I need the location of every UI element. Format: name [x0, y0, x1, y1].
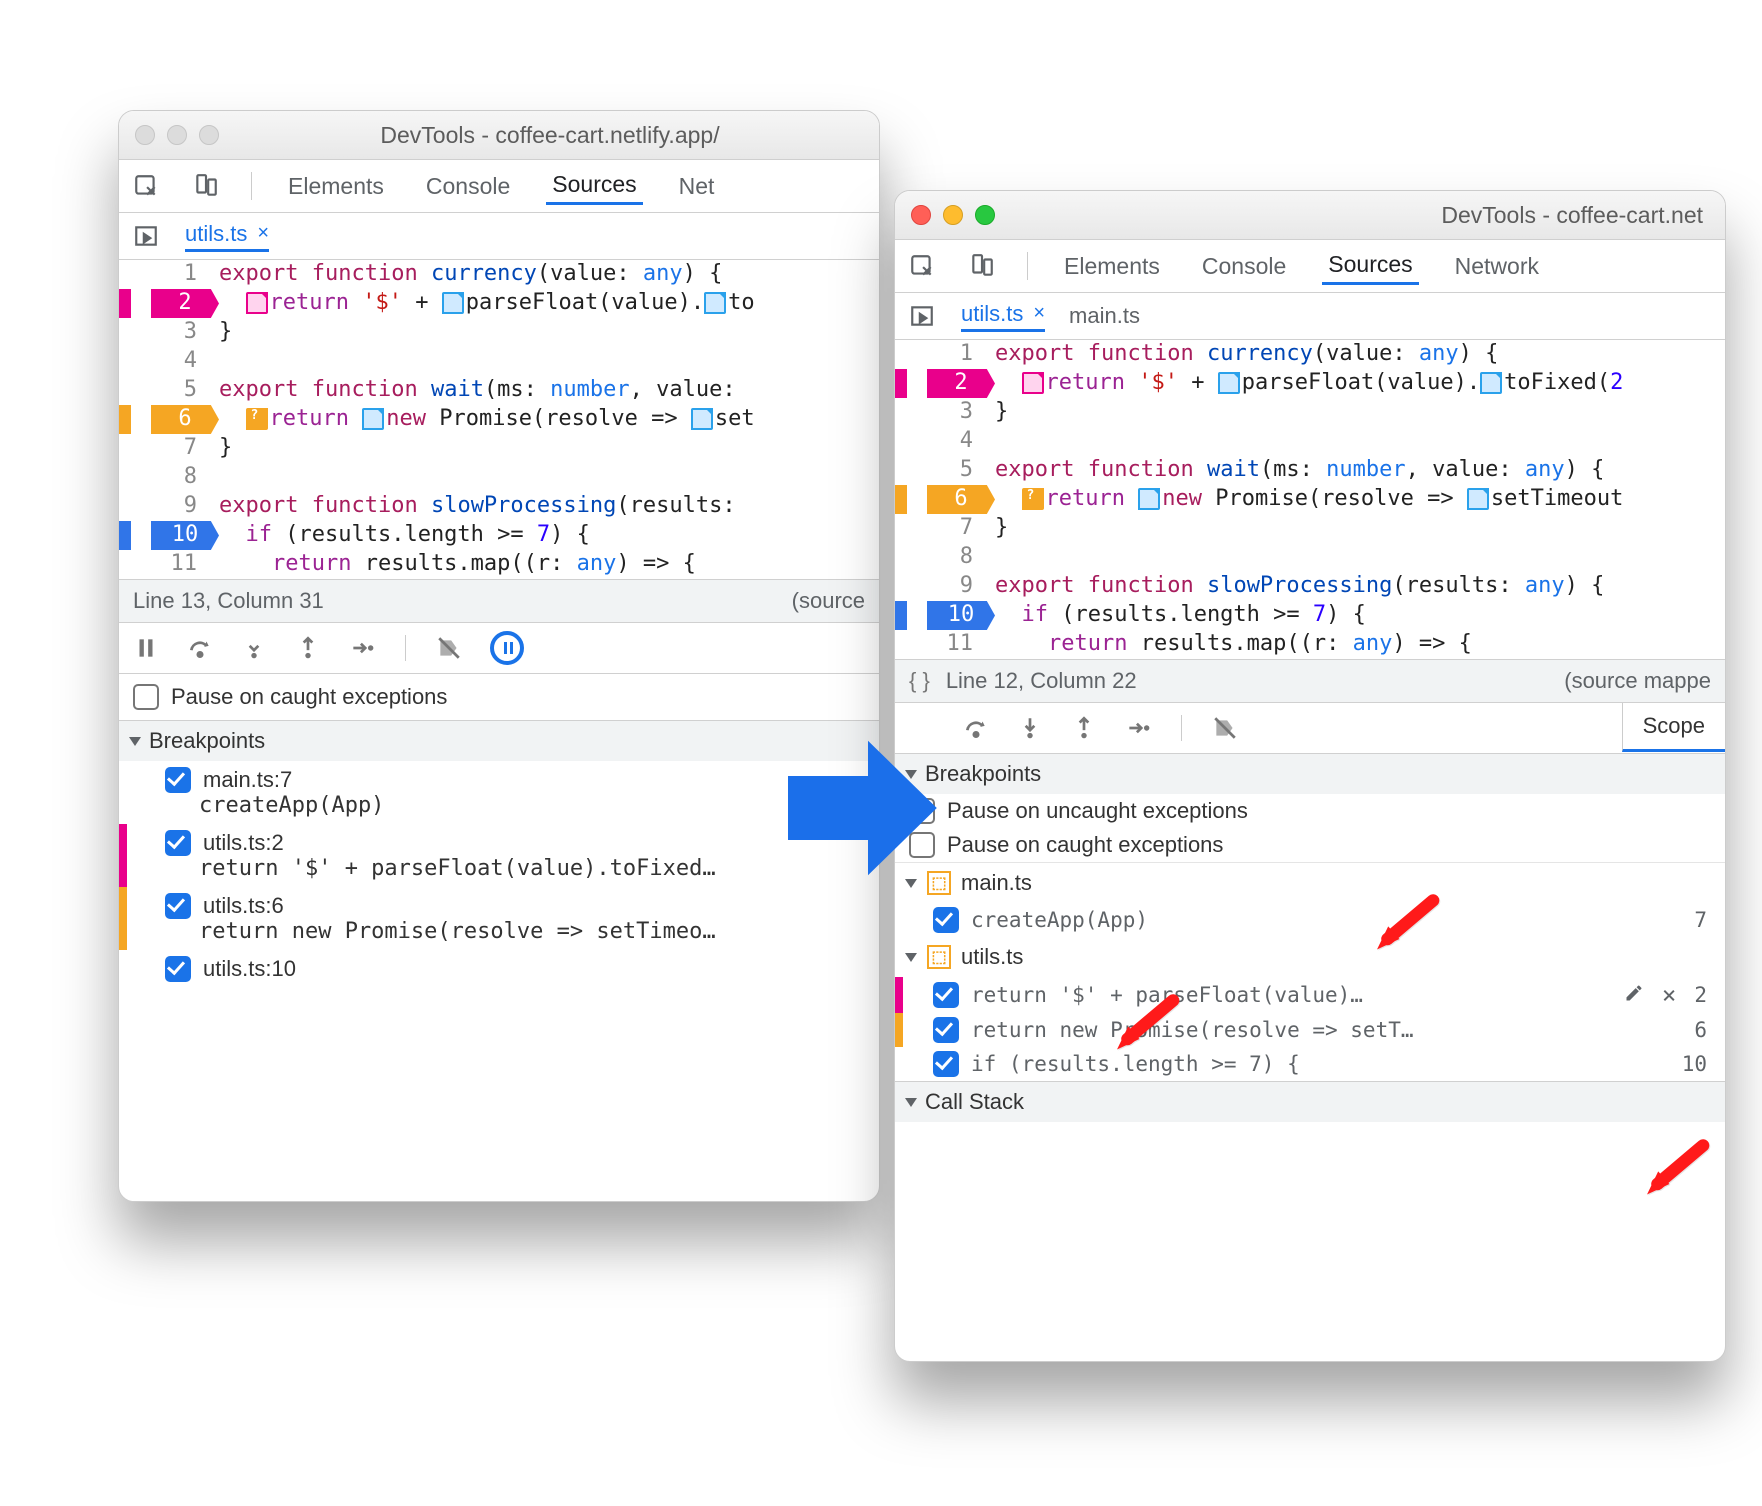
- tab-elements[interactable]: Elements: [282, 169, 390, 204]
- file-tab-utils[interactable]: utils.ts ×: [185, 221, 269, 252]
- device-icon[interactable]: [967, 251, 997, 281]
- panel-tabbar: Elements Console Sources Net: [119, 160, 879, 213]
- disclosure-triangle-icon: [129, 737, 141, 746]
- checkbox-icon[interactable]: [133, 684, 159, 710]
- window-title: DevTools - coffee-cart.netlify.app/: [237, 122, 863, 149]
- step-into-icon[interactable]: [1017, 715, 1043, 741]
- code-editor[interactable]: 1export function currency(value: any) {……: [119, 260, 879, 579]
- step-out-icon[interactable]: [295, 635, 321, 661]
- tab-console[interactable]: Console: [420, 169, 516, 204]
- file-tabbar: utils.ts × main.ts: [895, 293, 1725, 340]
- pause-on-exceptions-icon[interactable]: [490, 631, 524, 665]
- cursor-position: Line 13, Column 31: [133, 588, 324, 614]
- disclosure-triangle-icon: [905, 953, 917, 962]
- tab-network[interactable]: Net: [673, 169, 721, 204]
- transition-arrow-icon: [780, 728, 940, 888]
- traffic-min-icon[interactable]: [167, 125, 187, 145]
- checkbox-icon[interactable]: [165, 893, 191, 919]
- callstack-header[interactable]: Call Stack: [895, 1081, 1725, 1122]
- scope-tab[interactable]: Scope: [1622, 703, 1725, 752]
- traffic-max-icon[interactable]: [975, 205, 995, 225]
- breakpoint-group-header[interactable]: ⬚main.ts: [895, 863, 1725, 903]
- breakpoints-grouped-list: ⬚main.tscreateApp(App)7⬚utils.tsreturn '…: [895, 863, 1725, 1081]
- pause-on-uncaught-row[interactable]: Pause on uncaught exceptions: [895, 794, 1725, 828]
- step-icon[interactable]: [1125, 715, 1151, 741]
- file-tab-utils[interactable]: utils.ts ×: [961, 301, 1045, 332]
- breakpoint-line[interactable]: createApp(App)7: [895, 903, 1725, 937]
- inspect-icon[interactable]: [907, 251, 937, 281]
- cursor-position: Line 12, Column 22: [946, 668, 1137, 694]
- pretty-print-icon[interactable]: { }: [909, 668, 930, 694]
- tab-sources[interactable]: Sources: [1322, 247, 1418, 285]
- disclosure-triangle-icon: [905, 1098, 917, 1107]
- breakpoints-header[interactable]: Breakpoints: [119, 721, 879, 761]
- navigator-icon[interactable]: [907, 301, 937, 331]
- source-map-label: (source: [792, 588, 865, 614]
- titlebar[interactable]: DevTools - coffee-cart.net: [895, 191, 1725, 240]
- devtools-window-before: DevTools - coffee-cart.netlify.app/ Elem…: [118, 110, 880, 1202]
- tab-sources[interactable]: Sources: [546, 167, 642, 205]
- statusbar: Line 13, Column 31 (source: [119, 579, 879, 623]
- edit-icon[interactable]: [1624, 983, 1644, 1008]
- traffic-close-icon[interactable]: [135, 125, 155, 145]
- breakpoint-entry[interactable]: utils.ts:10: [119, 950, 879, 988]
- step-icon[interactable]: [349, 635, 375, 661]
- file-tab-main[interactable]: main.ts: [1069, 303, 1140, 329]
- step-into-icon[interactable]: [241, 635, 267, 661]
- breakpoint-entry[interactable]: main.ts:7createApp(App): [119, 761, 879, 824]
- annotation-arrow-icon: [1640, 1135, 1710, 1205]
- deactivate-breakpoints-icon[interactable]: [436, 635, 462, 661]
- breakpoint-line[interactable]: if (results.length >= 7) {10: [895, 1047, 1725, 1081]
- file-icon: ⬚: [927, 945, 951, 969]
- annotation-arrow-icon: [1370, 890, 1440, 960]
- traffic-close-icon[interactable]: [911, 205, 931, 225]
- debug-toolbar: [895, 703, 1725, 754]
- checkbox-icon[interactable]: [933, 1051, 959, 1077]
- traffic-max-icon[interactable]: [199, 125, 219, 145]
- deactivate-breakpoints-icon[interactable]: [1212, 715, 1238, 741]
- checkbox-icon[interactable]: [165, 767, 191, 793]
- breakpoint-entry[interactable]: utils.ts:6return new Promise(resolve => …: [119, 887, 879, 950]
- checkbox-icon[interactable]: [933, 907, 959, 933]
- tab-console[interactable]: Console: [1196, 249, 1292, 284]
- statusbar: { } Line 12, Column 22 (source mappe: [895, 659, 1725, 703]
- checkbox-icon[interactable]: [933, 982, 959, 1008]
- tab-elements[interactable]: Elements: [1058, 249, 1166, 284]
- remove-icon[interactable]: ×: [1656, 981, 1682, 1009]
- inspect-icon[interactable]: [131, 171, 161, 201]
- step-out-icon[interactable]: [1071, 715, 1097, 741]
- file-tabbar: utils.ts ×: [119, 213, 879, 260]
- pause-on-caught-row[interactable]: Pause on caught exceptions: [119, 674, 879, 721]
- traffic-min-icon[interactable]: [943, 205, 963, 225]
- pause-on-caught-row[interactable]: Pause on caught exceptions: [895, 828, 1725, 863]
- checkbox-icon[interactable]: [165, 956, 191, 982]
- device-icon[interactable]: [191, 171, 221, 201]
- navigator-icon[interactable]: [131, 221, 161, 251]
- breakpoints-list: main.ts:7createApp(App)utils.ts:2return …: [119, 761, 879, 988]
- breakpoint-line[interactable]: return '$' + parseFloat(value)…×2: [895, 977, 1725, 1013]
- tab-network[interactable]: Network: [1449, 249, 1545, 284]
- checkbox-icon[interactable]: [165, 830, 191, 856]
- step-over-icon[interactable]: [963, 715, 989, 741]
- panel-tabbar: Elements Console Sources Network: [895, 240, 1725, 293]
- close-icon[interactable]: ×: [257, 222, 269, 245]
- checkbox-icon[interactable]: [933, 1017, 959, 1043]
- step-over-icon[interactable]: [187, 635, 213, 661]
- code-editor[interactable]: 1export function currency(value: any) {……: [895, 340, 1725, 659]
- breakpoint-entry[interactable]: utils.ts:2return '$' + parseFloat(value)…: [119, 824, 879, 887]
- breakpoint-line[interactable]: return new Promise(resolve => setT…6: [895, 1013, 1725, 1047]
- pause-icon[interactable]: [133, 635, 159, 661]
- window-title: DevTools - coffee-cart.net: [1013, 202, 1709, 229]
- debug-toolbar: [119, 623, 879, 674]
- close-icon[interactable]: ×: [1033, 302, 1045, 325]
- breakpoint-group-header[interactable]: ⬚utils.ts: [895, 937, 1725, 977]
- breakpoints-header[interactable]: Breakpoints: [895, 754, 1725, 794]
- source-map-label: (source mappe: [1564, 668, 1711, 694]
- devtools-window-after: DevTools - coffee-cart.net Elements Cons…: [894, 190, 1726, 1362]
- annotation-arrow-icon: [1110, 990, 1180, 1060]
- titlebar[interactable]: DevTools - coffee-cart.netlify.app/: [119, 111, 879, 160]
